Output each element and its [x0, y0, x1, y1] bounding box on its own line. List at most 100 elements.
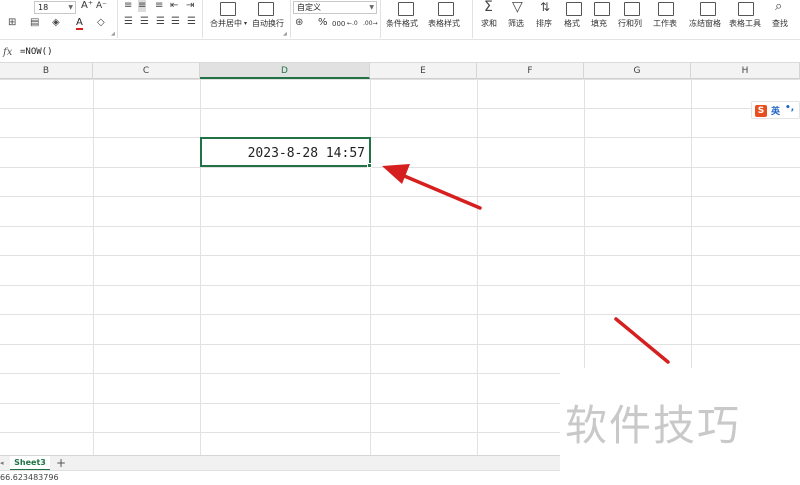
find-button[interactable]: 查找 [772, 19, 788, 29]
divider [472, 0, 473, 38]
increase-font-button[interactable]: A⁺ [81, 1, 93, 11]
formula-input[interactable]: =NOW() [20, 47, 53, 57]
fill-handle[interactable] [367, 163, 372, 168]
chevron-down-icon: ▼ [68, 4, 73, 11]
gridline [0, 79, 800, 80]
freeze-icon [700, 2, 716, 16]
column-header-f[interactable]: F [477, 63, 584, 79]
gridline [0, 344, 800, 345]
gridline [0, 137, 800, 138]
currency-icon[interactable]: ⊛ [295, 17, 303, 29]
gridline [0, 285, 800, 286]
indent-increase-icon[interactable]: ⇥ [186, 0, 194, 12]
fx-icon[interactable]: fx [3, 47, 12, 58]
dialog-launcher-icon[interactable]: ◢ [111, 31, 115, 37]
row-col-button[interactable]: 行和列 [618, 19, 642, 29]
divider [290, 0, 291, 38]
sum-icon: Σ [484, 0, 493, 15]
eraser-icon[interactable]: ◇ [97, 17, 105, 29]
ribbon-toolbar: 18 ▼ A⁺ A⁻ ⊞ ▤ ◈ A ◇ ◢ ≡ ≡ ≡ ⇤ ⇥ ☰ ☰ ☰ ☰… [0, 0, 800, 40]
filter-icon: ▽ [512, 0, 523, 15]
distributed-align-icon[interactable]: ☰ [187, 16, 196, 28]
table-tools-button[interactable]: 表格工具 [729, 19, 761, 29]
sogou-logo-icon: S [755, 105, 767, 117]
sheet-tab-sheet3[interactable]: Sheet3 [10, 456, 50, 471]
fill-button[interactable]: 填充 [591, 19, 607, 29]
column-header-d[interactable]: D [200, 63, 370, 79]
scroll-tabs-left-icon[interactable]: ◂ [0, 457, 8, 470]
decrease-font-button[interactable]: A⁻ [96, 1, 107, 11]
ime-language-toggle[interactable]: 英 [771, 104, 780, 117]
column-headers: B C D E F G H [0, 63, 800, 79]
chevron-down-icon: ▼ [369, 4, 374, 11]
ime-punctuation-toggle[interactable]: •, [785, 103, 794, 113]
sum-button[interactable]: 求和 [481, 19, 497, 29]
format-icon [566, 2, 582, 16]
formula-bar: fx =NOW() [0, 44, 800, 63]
cell-style-icon[interactable]: ▤ [30, 17, 39, 29]
gridline [0, 226, 800, 227]
search-icon: ⌕ [775, 0, 783, 14]
align-right-icon[interactable]: ☰ [156, 16, 165, 28]
column-header-c[interactable]: C [93, 63, 200, 79]
column-header-g[interactable]: G [584, 63, 691, 79]
dialog-launcher-icon[interactable]: ◢ [283, 31, 287, 37]
fill-color-icon[interactable]: ◈ [52, 17, 60, 29]
sort-icon: ⇅ [540, 0, 551, 14]
thousands-separator-button[interactable]: 000 [332, 19, 345, 29]
gridline [0, 314, 800, 315]
column-header-h[interactable]: H [691, 63, 800, 79]
ime-toolbar[interactable]: S 英 •, [751, 101, 800, 119]
increase-decimal-button[interactable]: ←.0 [347, 19, 358, 29]
sheet-tab-bar: ◂ Sheet3 + [0, 455, 560, 471]
gridline [0, 108, 800, 109]
gridline [0, 167, 800, 168]
sort-button[interactable]: 排序 [536, 19, 552, 29]
row-col-icon [624, 2, 640, 16]
table-tools-icon [738, 2, 754, 16]
column-header-b[interactable]: B [0, 63, 93, 79]
merge-center-icon [220, 2, 236, 16]
gridline [370, 79, 371, 455]
watermark-text: 软件技巧 [565, 401, 742, 450]
filter-button[interactable]: 筛选 [508, 19, 524, 29]
align-justify-icon[interactable]: ☰ [171, 16, 180, 28]
merge-center-button[interactable]: 合并居中 [210, 19, 242, 29]
font-size-select[interactable]: 18 ▼ [34, 1, 76, 14]
table-style-icon [438, 2, 454, 16]
align-top-icon[interactable]: ≡ [124, 0, 132, 12]
fill-icon [594, 2, 610, 16]
status-sum-value: 66.623483796 [0, 473, 59, 482]
align-bottom-icon[interactable]: ≡ [155, 0, 163, 12]
indent-decrease-icon[interactable]: ⇤ [170, 0, 178, 12]
conditional-format-button[interactable]: 条件格式 [386, 19, 418, 29]
cell-value: 2023-8-28 14:57 [247, 146, 365, 161]
number-format-select[interactable]: 自定义 ▼ [293, 1, 377, 14]
gridline [0, 196, 800, 197]
format-button[interactable]: 格式 [564, 19, 580, 29]
wrap-text-icon [258, 2, 274, 16]
spreadsheet-app: 18 ▼ A⁺ A⁻ ⊞ ▤ ◈ A ◇ ◢ ≡ ≡ ≡ ⇤ ⇥ ☰ ☰ ☰ ☰… [0, 0, 800, 485]
active-cell-d[interactable]: 2023-8-28 14:57 [200, 137, 371, 167]
gridline [200, 79, 201, 455]
table-style-button[interactable]: 表格样式 [428, 19, 460, 29]
percent-button[interactable]: % [318, 18, 328, 28]
align-center-icon[interactable]: ☰ [140, 16, 149, 28]
worksheet-button[interactable]: 工作表 [653, 19, 677, 29]
worksheet-icon [658, 2, 674, 16]
border-icon[interactable]: ⊞ [8, 17, 16, 29]
column-header-e[interactable]: E [370, 63, 477, 79]
gridline [0, 255, 800, 256]
status-bar: 66.623483796 [0, 470, 560, 485]
divider [380, 0, 381, 38]
number-format-value: 自定义 [297, 3, 321, 12]
wrap-text-button[interactable]: 自动换行 [252, 19, 284, 29]
chevron-down-icon: ▾ [244, 20, 248, 27]
align-middle-icon[interactable]: ≡ [138, 0, 147, 12]
freeze-button[interactable]: 冻结窗格 [689, 19, 721, 29]
align-left-icon[interactable]: ☰ [124, 16, 133, 28]
add-sheet-button[interactable]: + [56, 456, 68, 471]
font-color-button[interactable]: A [76, 18, 83, 30]
decrease-decimal-button[interactable]: .00→ [363, 19, 378, 29]
conditional-format-icon [398, 2, 414, 16]
